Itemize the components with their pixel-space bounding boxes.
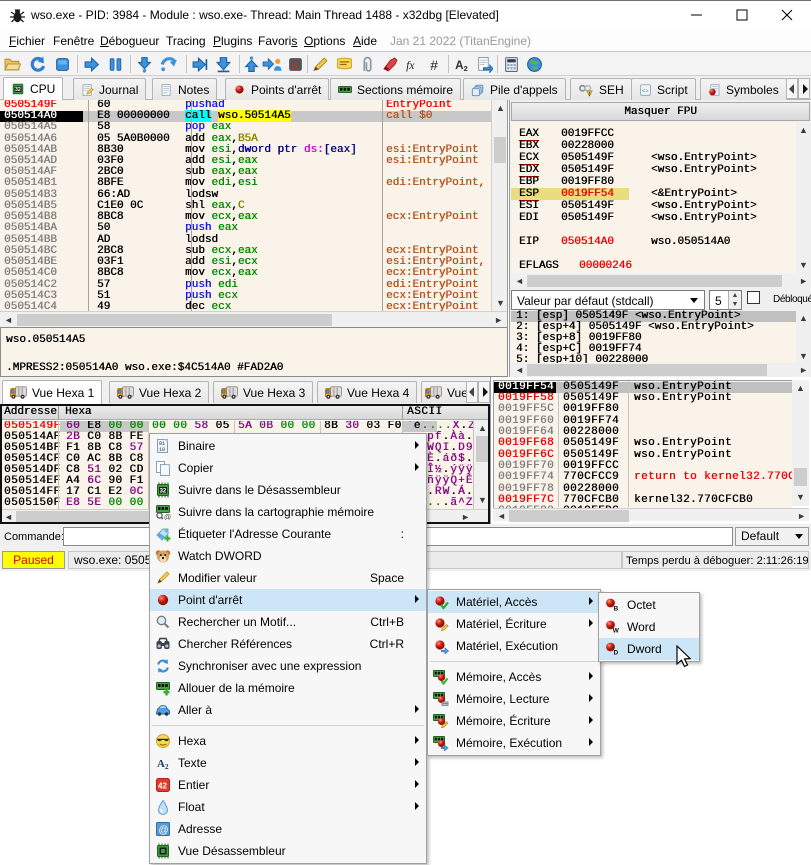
svg-text:W: W [613,628,620,635]
svg-text:A: A [157,758,165,770]
svg-text:D: D [614,650,619,657]
svg-text:32: 32 [160,488,167,494]
svg-text:2: 2 [165,763,169,771]
svg-text:10: 10 [159,447,165,453]
svg-text:42: 42 [158,782,167,791]
svg-text:@: @ [164,515,171,521]
svg-text:B: B [614,606,619,613]
svg-text:2: 2 [464,64,468,73]
svg-text:S: S [292,61,298,72]
svg-text:#: # [430,57,438,73]
svg-text:fx: fx [406,59,415,72]
svg-text:!: ! [589,91,591,96]
svg-text:<>: <> [642,87,649,94]
svg-text:32: 32 [15,87,21,93]
svg-text:@: @ [159,825,169,836]
